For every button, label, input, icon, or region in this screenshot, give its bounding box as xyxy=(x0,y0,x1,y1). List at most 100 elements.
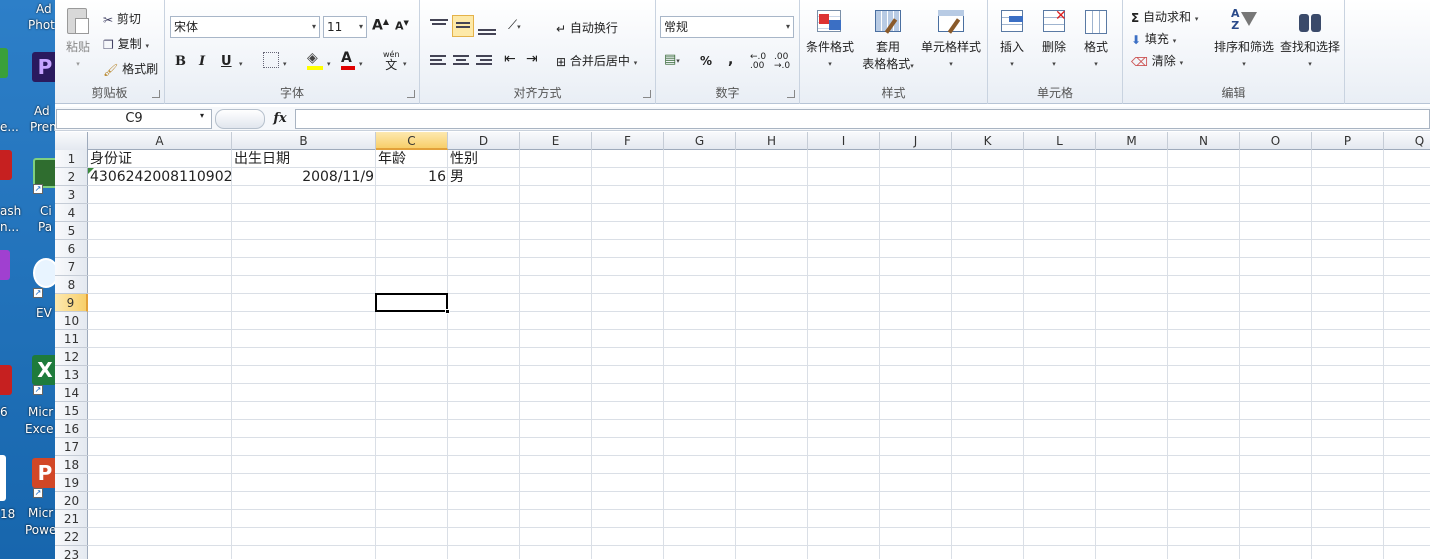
formula-input[interactable] xyxy=(295,109,1430,129)
row-header[interactable]: 3 xyxy=(55,186,88,204)
align-right-icon[interactable] xyxy=(476,53,492,67)
increase-indent-icon[interactable]: ⇥ xyxy=(526,51,538,67)
bold-button[interactable]: B xyxy=(175,54,186,69)
copy-button[interactable]: ❐ 复制 ▾ xyxy=(103,35,149,52)
autosum-button[interactable]: Σ 自动求和 ▾ xyxy=(1131,8,1198,25)
column-header[interactable]: M xyxy=(1096,132,1168,150)
select-all-corner[interactable] xyxy=(55,132,88,150)
row-header[interactable]: 11 xyxy=(55,330,88,348)
phonetic-guide-button[interactable]: wén 文 xyxy=(383,50,400,72)
row-header[interactable]: 12 xyxy=(55,348,88,366)
paste-button[interactable]: 粘贴 ▾ xyxy=(61,8,95,73)
column-header[interactable]: G xyxy=(664,132,736,150)
find-select-button[interactable]: 查找和选择 ▾ xyxy=(1277,8,1343,73)
column-header[interactable]: P xyxy=(1312,132,1384,150)
row-header[interactable]: 9 xyxy=(55,294,88,312)
column-header[interactable]: N xyxy=(1168,132,1240,150)
fill-handle[interactable] xyxy=(445,309,450,314)
insert-cells-button[interactable]: 插入 ▾ xyxy=(994,8,1030,73)
decrease-decimal-icon[interactable]: .00 →.0 xyxy=(774,53,790,71)
row-header[interactable]: 17 xyxy=(55,438,88,456)
formula-bar-splitter[interactable] xyxy=(215,109,265,129)
cell-b2[interactable]: 2008/11/9 xyxy=(232,168,376,186)
fill-button[interactable]: ⬇ 填充 ▾ xyxy=(1131,30,1176,47)
cell-c1[interactable]: 年龄 xyxy=(376,150,448,168)
borders-button[interactable] xyxy=(263,52,279,68)
align-center-icon[interactable] xyxy=(453,53,469,67)
sort-filter-button[interactable]: AZ 排序和筛选 ▾ xyxy=(1211,8,1277,73)
row-header[interactable]: 16 xyxy=(55,420,88,438)
align-top-icon[interactable] xyxy=(430,17,448,35)
column-header[interactable]: O xyxy=(1240,132,1312,150)
active-cell-cursor[interactable] xyxy=(375,293,448,312)
underline-button[interactable]: U xyxy=(221,54,232,69)
row-header[interactable]: 19 xyxy=(55,474,88,492)
column-header[interactable]: E xyxy=(520,132,592,150)
column-header[interactable]: H xyxy=(736,132,808,150)
percent-button[interactable]: % xyxy=(700,54,712,68)
format-cells-button[interactable]: 格式 ▾ xyxy=(1078,8,1114,73)
row-header[interactable]: 20 xyxy=(55,492,88,510)
dialog-launcher-icon[interactable] xyxy=(643,90,651,98)
column-header[interactable]: L xyxy=(1024,132,1096,150)
cut-button[interactable]: ✂ 剪切 xyxy=(103,10,141,27)
format-painter-button[interactable]: 🖌 格式刷 xyxy=(103,60,158,77)
decrease-font-size-button[interactable]: A▼ xyxy=(395,19,409,33)
row-header[interactable]: 1 xyxy=(55,150,88,168)
column-header[interactable]: D xyxy=(448,132,520,150)
row-header[interactable]: 5 xyxy=(55,222,88,240)
cell-a1[interactable]: 身份证 xyxy=(88,150,232,168)
chevron-down-icon[interactable]: ▾ xyxy=(200,111,204,120)
error-indicator-icon[interactable] xyxy=(88,168,94,174)
orientation-button[interactable]: ⟋▾ xyxy=(508,18,521,33)
fill-color-button[interactable]: ◈ xyxy=(307,50,323,70)
column-header[interactable]: I xyxy=(808,132,880,150)
column-header[interactable]: B xyxy=(232,132,376,150)
name-box[interactable]: C9 xyxy=(56,109,212,129)
cell-area[interactable]: 身份证出生日期年龄性别 4306242008110902152008/11/916… xyxy=(88,150,1430,559)
dialog-launcher-icon[interactable] xyxy=(407,90,415,98)
chevron-down-icon[interactable]: ▾ xyxy=(359,55,363,69)
align-bottom-icon[interactable] xyxy=(478,21,496,37)
column-header[interactable]: K xyxy=(952,132,1024,150)
wrap-text-button[interactable]: ↵ 自动换行 xyxy=(556,19,618,36)
row-header[interactable]: 14 xyxy=(55,384,88,402)
cell-c2[interactable]: 16 xyxy=(376,168,448,186)
conditional-formatting-button[interactable]: 条件格式 ▾ xyxy=(804,8,856,73)
decrease-indent-icon[interactable]: ⇤ xyxy=(504,51,516,67)
accounting-format-button[interactable]: ▤▾ xyxy=(664,52,680,67)
column-header[interactable]: Q xyxy=(1384,132,1430,150)
row-header[interactable]: 6 xyxy=(55,240,88,258)
align-middle-icon[interactable] xyxy=(452,15,474,37)
clear-button[interactable]: ⌫ 清除 ▾ xyxy=(1131,52,1183,69)
column-header[interactable]: J xyxy=(880,132,952,150)
align-left-icon[interactable] xyxy=(430,53,446,67)
chevron-down-icon[interactable]: ▾ xyxy=(239,55,243,69)
font-name-select[interactable]: 宋体 ▾ xyxy=(170,16,320,38)
comma-button[interactable]: , xyxy=(728,52,733,68)
row-header[interactable]: 21 xyxy=(55,510,88,528)
cell-a2[interactable]: 430624200811090215 xyxy=(88,168,232,186)
row-header[interactable]: 4 xyxy=(55,204,88,222)
row-header[interactable]: 22 xyxy=(55,528,88,546)
increase-decimal-icon[interactable]: ←.0.00 xyxy=(750,53,766,71)
cell-d2[interactable]: 男 xyxy=(448,168,520,186)
dialog-launcher-icon[interactable] xyxy=(152,90,160,98)
chevron-down-icon[interactable]: ▾ xyxy=(403,55,407,69)
row-header[interactable]: 7 xyxy=(55,258,88,276)
merge-center-button[interactable]: ⊞ 合并后居中 ▾ xyxy=(556,52,637,69)
cell-styles-button[interactable]: 单元格样式 ▾ xyxy=(918,8,984,73)
row-header[interactable]: 8 xyxy=(55,276,88,294)
italic-button[interactable]: I xyxy=(199,54,205,69)
row-header[interactable]: 10 xyxy=(55,312,88,330)
column-header[interactable]: C xyxy=(376,132,448,150)
font-color-button[interactable]: A xyxy=(341,50,355,70)
insert-function-icon[interactable]: fx xyxy=(268,109,292,129)
number-format-select[interactable]: 常规 ▾ xyxy=(660,16,794,38)
row-header[interactable]: 18 xyxy=(55,456,88,474)
format-as-table-button[interactable]: 套用 表格格式▾ xyxy=(858,8,918,75)
cell-b1[interactable]: 出生日期 xyxy=(232,150,376,168)
chevron-down-icon[interactable]: ▾ xyxy=(327,55,331,69)
column-header[interactable]: F xyxy=(592,132,664,150)
row-header[interactable]: 15 xyxy=(55,402,88,420)
